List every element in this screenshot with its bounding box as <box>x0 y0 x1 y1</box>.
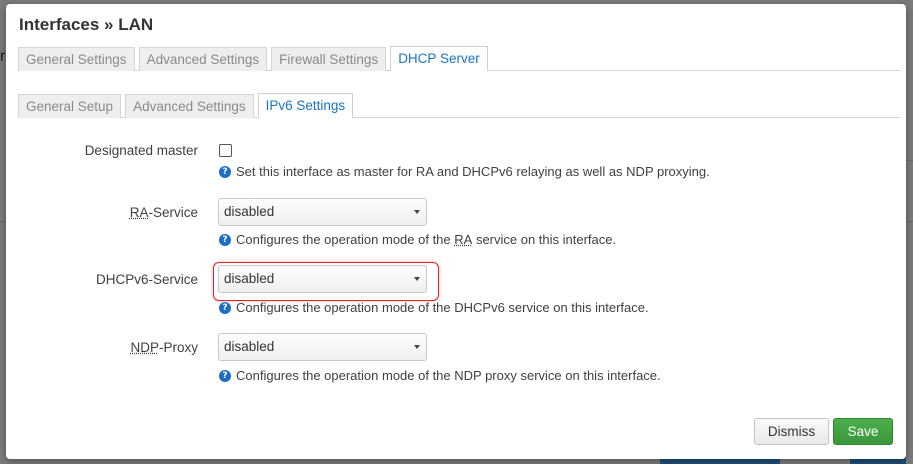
ndp-proxy-help-text: Configures the operation mode of the NDP… <box>236 368 661 383</box>
ra-service-help: ? Configures the operation mode of the R… <box>219 232 616 247</box>
subtab-general-setup[interactable]: General Setup <box>18 94 122 118</box>
main-tabs: General Settings Advanced Settings Firew… <box>18 46 900 71</box>
subtab-advanced-settings[interactable]: Advanced Settings <box>125 94 254 118</box>
chevron-down-icon <box>414 345 420 349</box>
ndp-proxy-label-rest: -Proxy <box>158 340 198 355</box>
tab-general-settings[interactable]: General Settings <box>18 47 135 71</box>
ndp-proxy-help: ? Configures the operation mode of the N… <box>219 368 661 383</box>
interface-modal: Interfaces » LAN General Settings Advanc… <box>6 4 906 459</box>
dismiss-button[interactable]: Dismiss <box>754 418 829 445</box>
dhcpv6-service-help: ? Configures the operation mode of the D… <box>219 300 649 315</box>
ra-help-abbr: RA <box>454 232 473 247</box>
save-button[interactable]: Save <box>833 418 893 445</box>
ndp-proxy-value: disabled <box>224 339 275 354</box>
ra-service-label: RA-Service <box>130 205 198 220</box>
help-icon: ? <box>219 233 231 246</box>
ra-abbr: RA <box>129 205 149 220</box>
ra-service-help-post: service on this interface. <box>472 232 617 247</box>
ra-service-select[interactable]: disabled <box>218 198 427 226</box>
ra-service-value: disabled <box>224 204 275 219</box>
dhcpv6-service-label: DHCPv6-Service <box>95 272 198 287</box>
highlight-outline <box>213 262 439 301</box>
help-icon: ? <box>219 369 231 382</box>
tab-advanced-settings[interactable]: Advanced Settings <box>138 47 268 71</box>
designated-master-label: Designated master <box>84 143 198 158</box>
background-divider <box>906 221 913 222</box>
help-icon: ? <box>219 165 231 178</box>
tab-firewall-settings[interactable]: Firewall Settings <box>271 47 387 71</box>
subtab-ipv6-settings[interactable]: IPv6 Settings <box>257 93 354 118</box>
modal-title: Interfaces » LAN <box>19 15 154 34</box>
designated-master-checkbox[interactable] <box>219 144 232 157</box>
background-divider <box>906 160 913 161</box>
designated-master-help-text: Set this interface as master for RA and … <box>236 164 710 179</box>
ra-service-label-rest: -Service <box>148 205 198 220</box>
dhcpv6-service-help-text: Configures the operation mode of the DHC… <box>236 300 649 315</box>
ndp-abbr: NDP <box>130 340 159 355</box>
ndp-proxy-label: NDP-Proxy <box>130 340 198 355</box>
ra-service-help-pre: Configures the operation mode of the <box>236 232 455 247</box>
help-icon: ? <box>219 301 231 314</box>
dhcp-sub-tabs: General Setup Advanced Settings IPv6 Set… <box>18 93 900 118</box>
designated-master-help: ? Set this interface as master for RA an… <box>219 164 710 179</box>
chevron-down-icon <box>414 210 420 214</box>
ndp-proxy-select[interactable]: disabled <box>218 333 427 361</box>
tab-dhcp-server[interactable]: DHCP Server <box>390 46 488 71</box>
